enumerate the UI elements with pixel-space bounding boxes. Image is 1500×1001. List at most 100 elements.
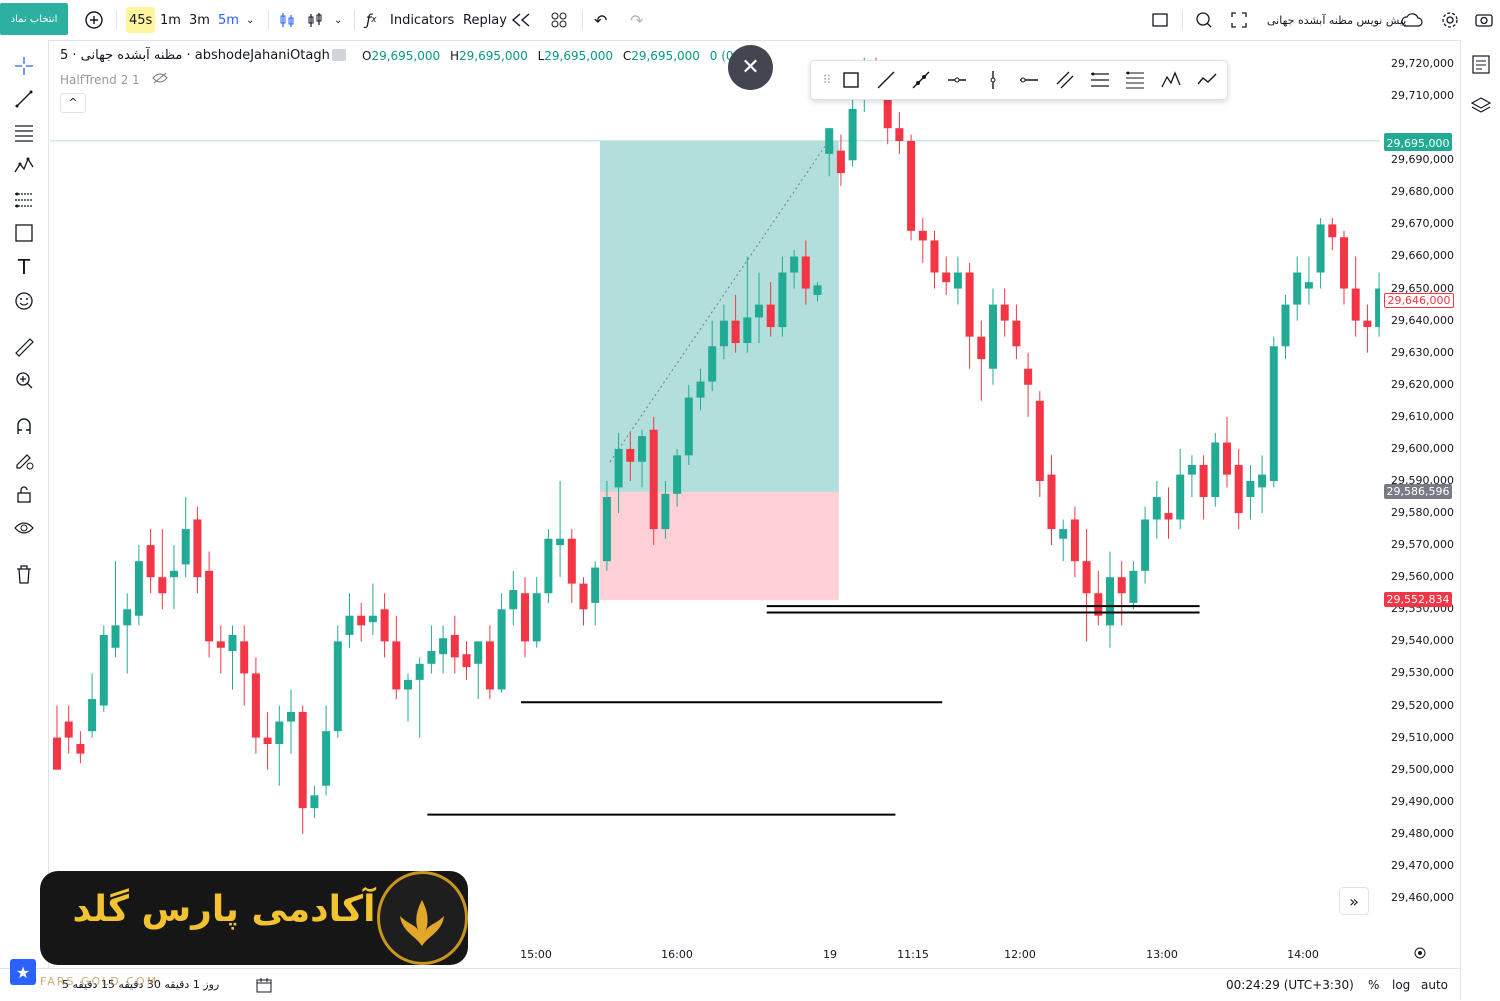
interval-1m[interactable]: 1m [160,0,181,40]
zoom-in-icon[interactable] [10,366,38,394]
layers-icon[interactable] [1467,92,1495,120]
xabcd-pattern-icon[interactable] [1157,66,1185,94]
candle-body [216,641,225,648]
ray-icon[interactable] [907,66,935,94]
interval-5m[interactable]: 5m [218,0,239,40]
candle-body [1129,570,1138,603]
axis-settings-icon[interactable] [1412,945,1428,965]
fib-extension-icon[interactable] [1121,66,1149,94]
candle-body [626,448,635,462]
indicator-label[interactable]: HalfTrend 2 1 [60,72,168,87]
candle-body [942,272,951,283]
stop-loss-zone [599,491,839,601]
close-icon[interactable]: ✕ [728,45,773,90]
clock-readout[interactable]: 00:24:29 (UTC+3:30) [1226,978,1354,992]
replay-button[interactable]: Replay [463,0,507,40]
interval-3m[interactable]: 3m [189,0,210,40]
calendar-icon[interactable] [255,976,273,997]
candle-body [1258,474,1267,488]
rectangle-shape-icon[interactable] [10,219,38,247]
fib-retracement-icon[interactable] [10,118,38,146]
trash-icon[interactable] [10,560,38,588]
candle-body [439,638,448,655]
watchlist-icon[interactable] [1467,50,1495,78]
candle-body [298,711,307,809]
candle-body [275,721,284,745]
indicators-button[interactable]: Indicators [390,0,454,40]
price-tick-label: 29,520,000 [1391,698,1454,712]
fullscreen-square-icon[interactable] [1151,0,1169,40]
keep-drawing-icon[interactable] [10,446,38,474]
crosshair-icon[interactable] [10,52,38,80]
candle-body [193,519,202,578]
log-toggle[interactable]: log [1392,978,1410,992]
candle-body [544,538,553,594]
price-tick-label: 29,470,000 [1391,858,1454,872]
candle-body [462,654,471,668]
collapse-legend-icon[interactable]: ^ [60,93,86,113]
quick-search-icon[interactable] [1194,0,1214,40]
layout-grid-icon[interactable] [550,0,568,40]
candle-body [825,128,834,154]
candle-body [778,272,787,328]
redo-icon[interactable]: ↷ [630,0,643,40]
candle-body [53,737,61,770]
emoji-icon[interactable] [10,287,38,315]
ruler-icon[interactable] [10,333,38,361]
camera-icon[interactable] [1474,0,1494,40]
symbol-search-button[interactable]: انتخاب نماد [0,3,68,35]
maximize-icon[interactable] [1230,0,1248,40]
candle-body [415,663,424,680]
candle-body [801,256,810,289]
cloud-save-icon[interactable] [1400,0,1424,40]
price-badge: 29,695,000 [1384,136,1452,152]
candle-body [1106,577,1114,626]
price-axis[interactable]: 29,720,000 29,710,000 29,690,000 29,680,000… [1380,40,1460,940]
horizontal-line-icon[interactable] [1015,66,1043,94]
price-tick-label: 29,460,000 [1391,890,1454,904]
price-tick-label: 29,610,000 [1391,409,1454,423]
workspace-title[interactable]: پیش نویس مظنه آبشده جهانی [1267,0,1406,40]
candle-body [977,336,986,360]
path-icon[interactable] [1193,66,1221,94]
auto-toggle[interactable]: auto [1421,978,1448,992]
scroll-to-realtime-icon[interactable]: » [1339,887,1369,915]
symbol-title[interactable]: مظنه آبشده جهانی · 5 · abshodeJahaniOtag… [60,48,330,63]
chart-type-dropdown-icon[interactable]: ⌄ [334,0,342,40]
vertical-line-icon[interactable] [979,66,1007,94]
trend-line-icon[interactable] [872,66,900,94]
hide-eye-icon[interactable] [10,514,38,542]
candle-body [907,141,916,231]
candle-body [532,593,541,642]
candle-body [848,108,857,161]
rectangle-icon[interactable] [837,66,865,94]
candle-body [684,397,693,456]
bar-style-icon[interactable] [306,0,324,40]
price-chart[interactable] [50,40,1380,940]
pattern-icon[interactable] [10,151,38,179]
undo-icon[interactable]: ↶ [594,0,607,40]
magnet-icon[interactable] [10,412,38,440]
candle-body [1035,400,1044,481]
candle-body [567,538,576,584]
fib-icon[interactable] [1086,66,1114,94]
settings-gear-icon[interactable] [1440,0,1460,40]
compare-add-icon[interactable] [84,0,104,40]
candle-body [368,615,377,623]
hidden-eye-icon[interactable] [151,72,168,87]
forecast-icon[interactable] [10,186,38,214]
horizontal-ray-icon[interactable] [943,66,971,94]
favorite-star-icon[interactable]: ★ [10,959,36,985]
lock-icon[interactable] [10,480,38,508]
candle-body [1281,304,1290,347]
parallel-channel-icon[interactable] [1051,66,1079,94]
percent-toggle[interactable]: % [1368,978,1379,992]
candles-icon[interactable] [278,0,296,40]
time-tick-label: 19 [823,948,837,961]
interval-45s[interactable]: 45s [126,7,156,33]
trend-line-icon[interactable] [10,85,38,113]
indicators-icon[interactable]: ƒx [366,0,377,40]
text-tool-icon[interactable]: T [10,253,38,281]
interval-dropdown-icon[interactable]: ⌄ [246,0,254,40]
replay-icon[interactable] [510,0,532,40]
